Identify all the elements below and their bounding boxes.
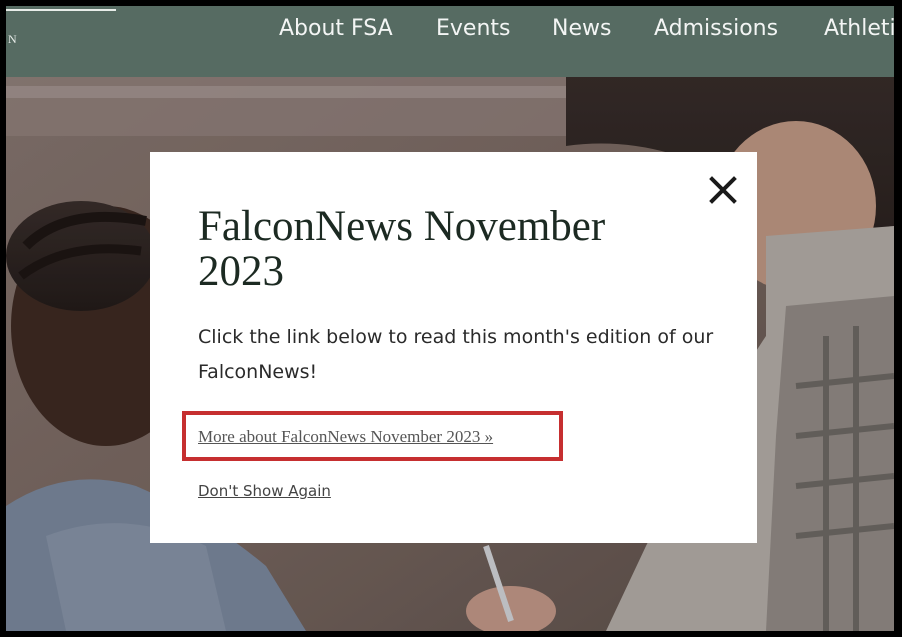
site-header: N About FSA Events News Admissions Athle… <box>6 6 894 77</box>
more-about-falconnews-link[interactable]: More about FalconNews November 2023 » <box>198 427 493 447</box>
modal-title: FalconNews November 2023 <box>198 203 606 295</box>
dont-show-again-link[interactable]: Don't Show Again <box>198 482 331 500</box>
close-icon[interactable] <box>705 172 741 208</box>
modal-body-text: Click the link below to read this month'… <box>198 326 714 383</box>
main-navigation: About FSA Events News Admissions Athleti <box>6 15 894 55</box>
newsletter-modal: FalconNews November 2023 Click the link … <box>150 152 757 543</box>
nav-item-about-fsa[interactable]: About FSA <box>279 15 393 43</box>
nav-item-events[interactable]: Events <box>436 15 511 43</box>
browser-viewport: N About FSA Events News Admissions Athle… <box>6 6 894 631</box>
logo-underline <box>6 9 116 11</box>
nav-item-admissions[interactable]: Admissions <box>654 15 778 43</box>
nav-item-news[interactable]: News <box>552 15 611 43</box>
nav-item-athletics[interactable]: Athleti <box>824 15 894 43</box>
